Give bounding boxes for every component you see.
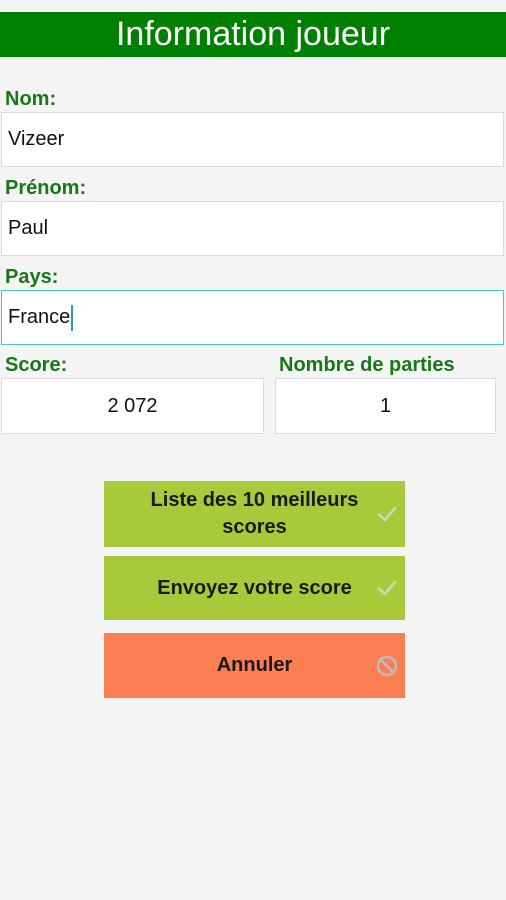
send-score-button[interactable]: Envoyez votre score [104,556,405,620]
cancel-icon [376,655,398,676]
pays-value: France [8,306,71,328]
parties-label: Nombre de parties [279,354,455,376]
score-field[interactable]: 2 072 [1,378,264,434]
cancel-button[interactable]: Annuler [104,633,405,698]
prenom-value: Paul [8,217,49,239]
prenom-label: Prénom: [5,177,87,199]
top10-button-label: Liste des 10 meilleurs scores [150,489,359,538]
pays-label: Pays: [5,266,59,288]
page-title: Information joueur [115,15,391,53]
prenom-field[interactable]: Paul [1,201,504,256]
parties-value: 1 [379,394,392,417]
nom-field[interactable]: Vizeer [1,112,504,167]
pays-field[interactable]: France [1,290,504,345]
nom-label: Nom: [5,88,57,110]
nom-value: Vizeer [8,128,65,150]
check-icon [377,506,397,522]
check-icon [377,580,397,596]
text-caret [71,304,74,331]
score-value: 2 072 [107,394,158,417]
send-score-button-label: Envoyez votre score [157,576,352,599]
cancel-button-label: Annuler [216,654,293,676]
top10-button[interactable]: Liste des 10 meilleurs scores [104,481,405,547]
score-label: Score: [5,354,68,376]
parties-field[interactable]: 1 [275,378,496,434]
title-bar: Information joueur [0,12,506,57]
